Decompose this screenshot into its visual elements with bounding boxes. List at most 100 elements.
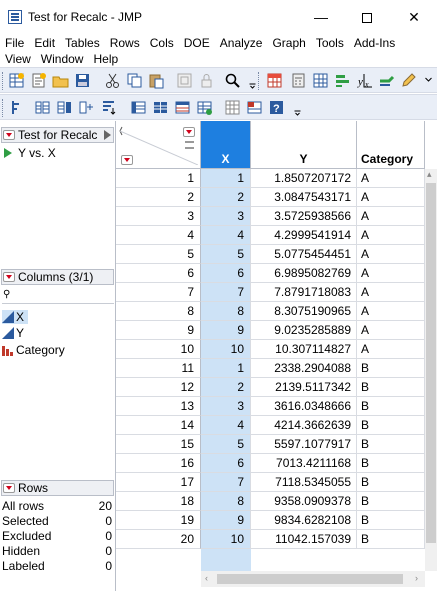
table-row[interactable]: 18 8 9358.0909378 B — [116, 492, 437, 511]
cell-y[interactable]: 7.8791718083 — [251, 283, 357, 302]
cell-category[interactable]: B — [357, 435, 425, 454]
cell-y[interactable]: 4214.3662639 — [251, 416, 357, 435]
cell-y[interactable]: 6.9895082769 — [251, 264, 357, 283]
copy-icon[interactable] — [126, 72, 143, 89]
row-number-cell[interactable]: 16 — [116, 454, 201, 473]
close-button[interactable]: ✕ — [391, 0, 437, 34]
cell-y[interactable]: 2139.5117342 — [251, 378, 357, 397]
cell-category[interactable]: A — [357, 245, 425, 264]
cell-x[interactable]: 6 — [201, 454, 251, 473]
cell-y[interactable]: 3.0847543171 — [251, 188, 357, 207]
row-number-cell[interactable]: 14 — [116, 416, 201, 435]
cell-y[interactable]: 1.8507207172 — [251, 169, 357, 188]
cell-category[interactable]: B — [357, 511, 425, 530]
table-row[interactable]: 7 7 7.8791718083 A — [116, 283, 437, 302]
menu-rows[interactable]: Rows — [105, 35, 145, 51]
row-number-cell[interactable]: 6 — [116, 264, 201, 283]
toolbar-grip[interactable] — [2, 72, 5, 90]
table-row[interactable]: 4 4 4.2999541914 A — [116, 226, 437, 245]
cell-x[interactable]: 10 — [201, 530, 251, 549]
toolbar-grip[interactable] — [2, 99, 5, 117]
row-number-cell[interactable]: 4 — [116, 226, 201, 245]
table-row[interactable]: 5 5 5.0775454451 A — [116, 245, 437, 264]
disclosure-icon[interactable] — [104, 130, 111, 140]
search-icon[interactable] — [224, 72, 241, 89]
calculator-icon[interactable] — [290, 72, 307, 89]
cell-y[interactable]: 3.5725938566 — [251, 207, 357, 226]
table-row[interactable]: 6 6 6.9895082769 A — [116, 264, 437, 283]
cell-x[interactable]: 1 — [201, 359, 251, 378]
concatenate-icon[interactable] — [130, 99, 147, 116]
table-row[interactable]: 3 3 3.5725938566 A — [116, 207, 437, 226]
row-number-cell[interactable]: 9 — [116, 321, 201, 340]
cell-category[interactable]: A — [357, 283, 425, 302]
cell-y[interactable]: 5597.1077917 — [251, 435, 357, 454]
fit-y-by-x-icon[interactable]: yx — [356, 72, 373, 89]
table-row[interactable]: 19 9 9834.6282108 B — [116, 511, 437, 530]
menu-tools[interactable]: Tools — [311, 35, 349, 51]
open-folder-icon[interactable] — [52, 72, 69, 89]
red-triangle-menu-icon[interactable] — [3, 483, 15, 493]
cell-x[interactable]: 5 — [201, 435, 251, 454]
row-number-cell[interactable]: 15 — [116, 435, 201, 454]
cell-x[interactable]: 3 — [201, 207, 251, 226]
cell-category[interactable]: A — [357, 302, 425, 321]
cell-category[interactable]: B — [357, 492, 425, 511]
cell-category[interactable]: A — [357, 169, 425, 188]
cell-x[interactable]: 2 — [201, 188, 251, 207]
cell-y[interactable]: 11042.157039 — [251, 530, 357, 549]
cell-y[interactable]: 9358.0909378 — [251, 492, 357, 511]
menu-view[interactable]: View — [0, 51, 36, 67]
column-header-category[interactable]: Category — [357, 121, 425, 169]
red-triangle-menu-icon[interactable] — [3, 272, 15, 282]
table-row[interactable]: 20 10 11042.157039 B — [116, 530, 437, 549]
red-triangle-menu-icon[interactable] — [3, 130, 15, 140]
cell-category[interactable]: B — [357, 416, 425, 435]
lock-icon[interactable] — [198, 72, 215, 89]
cell-category[interactable]: B — [357, 397, 425, 416]
cell-category[interactable]: A — [357, 340, 425, 359]
toolbar-overflow-icon[interactable] — [244, 72, 256, 89]
menu-window[interactable]: Window — [36, 51, 89, 67]
toolbar-grip[interactable] — [258, 72, 261, 90]
cell-category[interactable]: A — [357, 207, 425, 226]
toolbar-overflow-icon[interactable] — [420, 72, 432, 89]
cell-y[interactable]: 3616.0348666 — [251, 397, 357, 416]
edit-pencil-icon[interactable] — [400, 72, 417, 89]
new-script-icon[interactable] — [30, 72, 47, 89]
vertical-scrollbar[interactable]: ▴ — [425, 169, 437, 571]
join-tables-icon[interactable] — [56, 99, 73, 116]
cell-category[interactable]: A — [357, 264, 425, 283]
run-script-icon[interactable] — [4, 148, 12, 158]
cell-x[interactable]: 9 — [201, 511, 251, 530]
row-number-cell[interactable]: 11 — [116, 359, 201, 378]
cell-x[interactable]: 4 — [201, 416, 251, 435]
table-script-item[interactable]: Y vs. X — [4, 146, 56, 160]
menu-help[interactable]: Help — [88, 51, 123, 67]
rows-outline-header[interactable]: Rows — [1, 480, 114, 496]
cell-x[interactable]: 6 — [201, 264, 251, 283]
column-info-icon[interactable] — [246, 99, 263, 116]
rows-red-triangle-icon[interactable] — [121, 155, 133, 165]
toolbar-overflow-icon[interactable] — [290, 99, 301, 116]
horizontal-scrollbar[interactable]: ‹ › — [201, 571, 425, 587]
cell-y[interactable]: 2338.2904088 — [251, 359, 357, 378]
menu-doe[interactable]: DOE — [179, 35, 215, 51]
menu-tables[interactable]: Tables — [60, 35, 105, 51]
cell-y[interactable]: 7013.4211168 — [251, 454, 357, 473]
table-row[interactable]: 10 10 10.307114827 A — [116, 340, 437, 359]
split-table-icon[interactable] — [34, 99, 51, 116]
column-header-x[interactable]: X — [201, 121, 251, 169]
menu-add-ins[interactable]: Add-Ins — [349, 35, 400, 51]
row-number-cell[interactable]: 7 — [116, 283, 201, 302]
paste-icon[interactable] — [148, 72, 165, 89]
table-row[interactable]: 14 4 4214.3662639 B — [116, 416, 437, 435]
row-number-cell[interactable]: 2 — [116, 188, 201, 207]
cell-y[interactable]: 4.2999541914 — [251, 226, 357, 245]
table-row[interactable]: 8 8 8.3075190965 A — [116, 302, 437, 321]
cell-y[interactable]: 9834.6282108 — [251, 511, 357, 530]
cell-y[interactable]: 10.307114827 — [251, 340, 357, 359]
cell-category[interactable]: B — [357, 473, 425, 492]
column-item-category[interactable]: Category — [2, 343, 65, 357]
transpose-icon[interactable] — [174, 99, 191, 116]
